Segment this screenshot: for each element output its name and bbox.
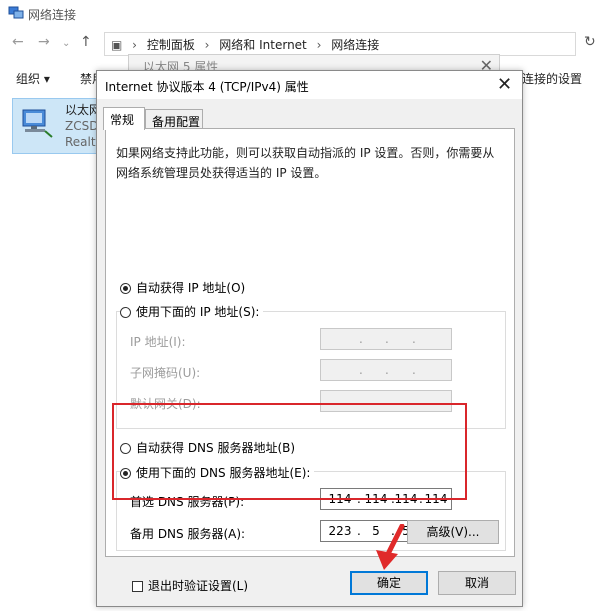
back-arrow-icon[interactable]: ← [12,34,24,50]
change-settings-command[interactable]: 连接的设置 [522,70,582,87]
radio-manual-ip[interactable]: 使用下面的 IP 地址(S): [120,303,264,320]
ipv4-properties-dialog: Internet 协议版本 4 (TCP/IPv4) 属性 ✕ 常规 备用配置 … [96,70,523,607]
subnet-mask-input: ... [320,359,452,381]
ip-address-input: ... [320,328,452,350]
network-adapter-item[interactable]: 以太网 ZCSD Realte [12,98,106,154]
address-bar[interactable]: ▣ › 控制面板 › 网络和 Internet › 网络连接 [104,32,576,56]
explorer-title-bar: 网络连接 [0,0,600,28]
organize-menu[interactable]: 组织 ▾ [16,70,50,87]
explorer-title: 网络连接 [28,8,77,22]
cancel-button[interactable]: 取消 [438,571,516,595]
network-connections-icon [8,6,24,19]
up-arrow-icon[interactable]: ↑ [80,34,92,50]
chevron-right-icon: › [204,38,210,52]
refresh-icon[interactable]: ↻ [584,34,596,50]
explorer-address-row: ← → ⌄ ↑ ▣ › 控制面板 › 网络和 Internet › 网络连接 [0,30,600,56]
advanced-button[interactable]: 高级(V)... [407,520,499,544]
ok-button[interactable]: 确定 [350,571,428,595]
tab-alternate-config[interactable]: 备用配置 [145,109,203,129]
breadcrumb-item-control-panel[interactable]: 控制面板 [147,38,195,52]
recent-dropdown-icon[interactable]: ⌄ [62,38,70,49]
breadcrumb-item-network-connections[interactable]: 网络连接 [331,38,379,52]
breadcrumb-item-network-internet[interactable]: 网络和 Internet [219,38,306,52]
tab-general[interactable]: 常规 [103,107,145,130]
chevron-right-icon: › [132,38,137,52]
validate-on-exit-label: 退出时验证设置(L) [148,579,249,593]
validate-on-exit-checkbox[interactable]: 退出时验证设置(L) [132,577,252,594]
radio-auto-ip-label: 自动获得 IP 地址(O) [136,281,246,295]
dialog-title: Internet 协议版本 4 (TCP/IPv4) 属性 [105,80,309,94]
forward-arrow-icon[interactable]: → [38,34,50,50]
radio-button[interactable] [120,307,131,318]
dns-highlight-box [112,403,467,500]
radio-auto-ip[interactable]: 自动获得 IP 地址(O) [120,279,250,296]
close-icon[interactable]: ✕ [497,74,512,95]
ethernet-adapter-icon [22,109,53,138]
checkbox[interactable] [132,581,143,592]
radio-manual-ip-label: 使用下面的 IP 地址(S): [136,305,260,319]
breadcrumb: ▣ › 控制面板 › 网络和 Internet › 网络连接 [111,36,385,53]
ip-address-label: IP 地址(I): [130,335,186,349]
alternate-dns-label: 备用 DNS 服务器(A): [130,527,246,541]
radio-button[interactable] [120,283,131,294]
tab-general-label: 常规 [110,113,135,127]
dialog-title-bar: Internet 协议版本 4 (TCP/IPv4) 属性 ✕ [97,71,522,99]
description-text: 如果网络支持此功能，则可以获取自动指派的 IP 设置。否则，你需要从网络系统管理… [116,146,495,180]
alternate-dns-octet-1: 223 [328,524,352,538]
red-arrow-icon [376,524,405,570]
control-panel-icon: ▣ [111,38,123,52]
chevron-right-icon: › [316,38,322,52]
subnet-mask-label: 子网掩码(U): [130,366,201,380]
